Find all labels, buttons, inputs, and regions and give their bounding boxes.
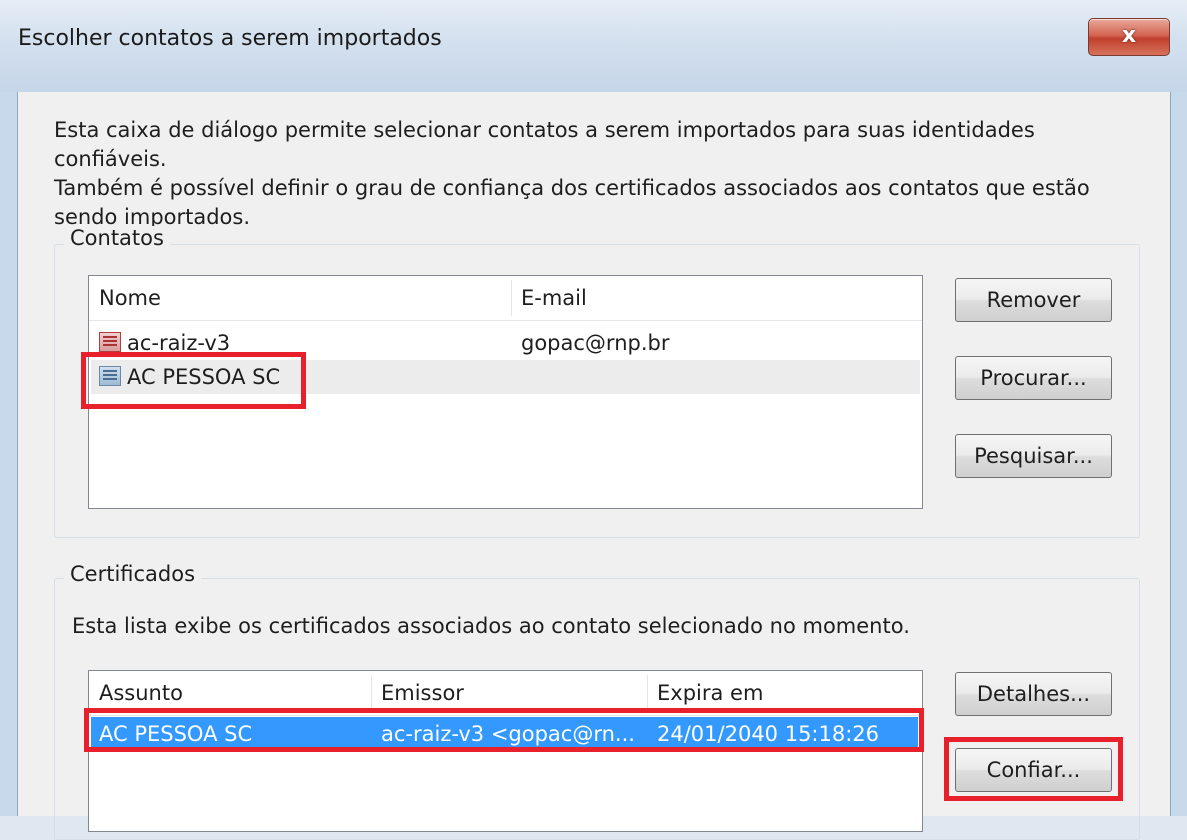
contacts-group-label: Contatos xyxy=(64,226,170,250)
close-icon: x xyxy=(1121,23,1137,48)
contact-email: gopac@rnp.br xyxy=(521,331,670,355)
window-title: Escolher contatos a serem importados xyxy=(18,26,442,51)
close-button[interactable]: x xyxy=(1088,18,1170,56)
search-button[interactable]: Pesquisar... xyxy=(955,434,1112,478)
browse-button[interactable]: Procurar... xyxy=(955,356,1112,400)
details-button[interactable]: Detalhes... xyxy=(955,672,1112,716)
remove-button[interactable]: Remover xyxy=(955,278,1112,322)
certificates-group-label: Certificados xyxy=(64,562,202,586)
contacts-list-header: Nome E-mail xyxy=(89,276,922,321)
intro-text: Esta caixa de diálogo permite selecionar… xyxy=(54,118,1090,229)
certificates-description: Esta lista exibe os certificados associa… xyxy=(72,614,910,638)
dialog-window: Escolher contatos a serem importados x E… xyxy=(0,0,1187,840)
column-header-email[interactable]: E-mail xyxy=(511,276,920,320)
dialog-body: Esta caixa de diálogo permite selecionar… xyxy=(17,92,1171,840)
highlight-contact-box xyxy=(81,352,306,409)
column-header-name[interactable]: Nome xyxy=(89,276,511,320)
title-bar: Escolher contatos a serem importados x xyxy=(0,0,1187,92)
highlight-certificate-row-box xyxy=(84,708,924,752)
contact-card-icon xyxy=(99,332,121,352)
contact-email xyxy=(521,360,911,394)
highlight-trust-box xyxy=(944,737,1123,801)
